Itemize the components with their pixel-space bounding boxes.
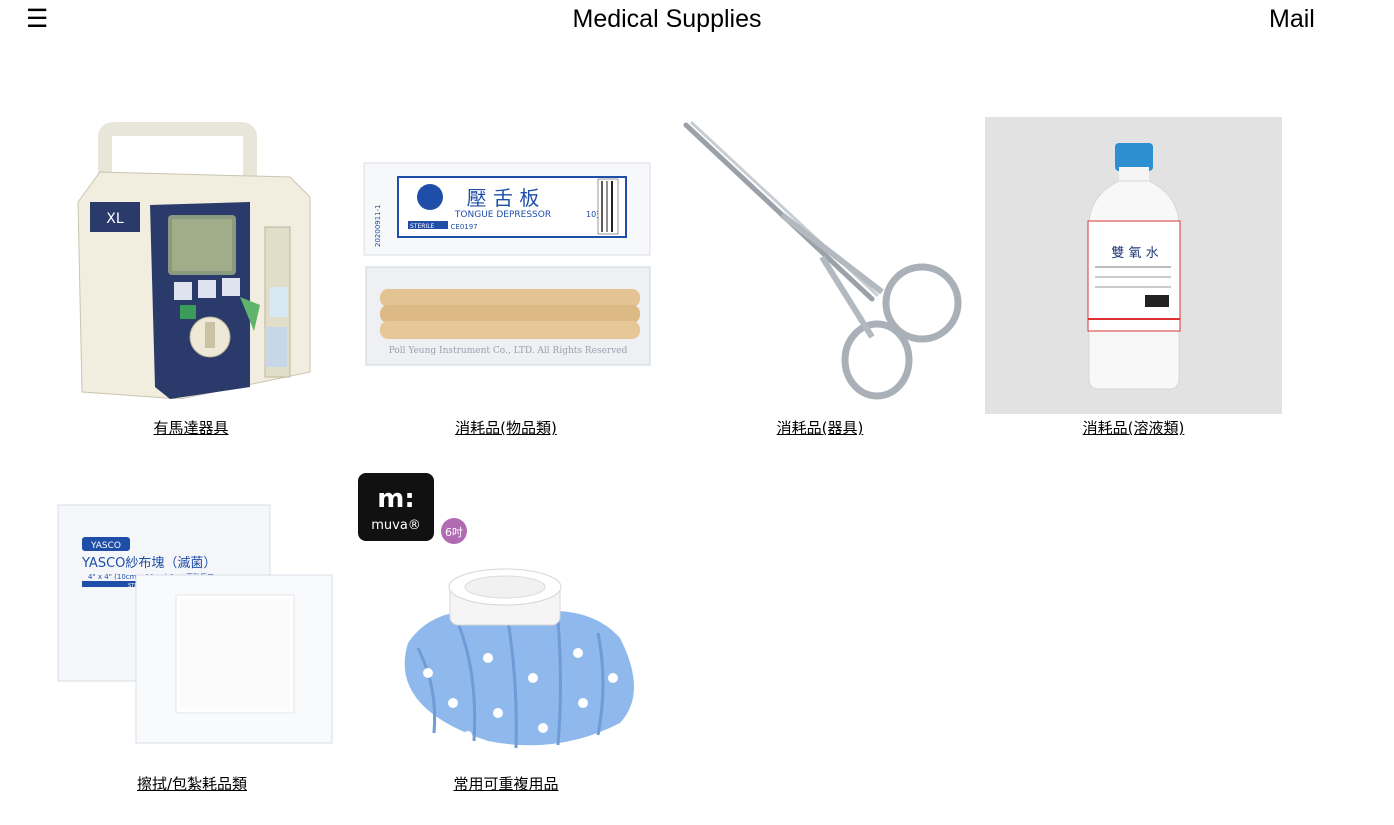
- category-card-consumables-items[interactable]: 壓 舌 板 TONGUE DEPRESSOR 10支 ISO13485 CE01…: [356, 117, 656, 447]
- forceps-icon[interactable]: [671, 117, 969, 414]
- top-bar: ☰ Medical Supplies Mail: [0, 0, 1394, 40]
- category-card-consumables-solutions[interactable]: 雙 氧 水 消耗品(溶液類): [985, 117, 1282, 447]
- hydrogen-peroxide-bottle-icon[interactable]: 雙 氧 水: [985, 117, 1282, 414]
- category-link-reusable-supplies[interactable]: 常用可重複用品: [356, 773, 656, 794]
- muva-logo-text: muva®: [371, 518, 421, 533]
- category-card-wiping-dressing-consumables[interactable]: YASCO YASCO紗布塊（滅菌） 4" x 4" (10cm x 10cm)…: [42, 473, 342, 803]
- gauze-brand: YASCO: [89, 541, 120, 551]
- package-title: 壓 舌 板: [466, 186, 539, 210]
- gauze-product-name: YASCO紗布塊（滅菌）: [81, 555, 216, 571]
- package-subtitle: TONGUE DEPRESSOR: [453, 210, 550, 220]
- ice-bag-icon[interactable]: m: muva® 6吋: [357, 473, 655, 770]
- page-title: Medical Supplies: [572, 5, 762, 33]
- package-footer: Poll Yeung Instrument Co., LTD. All Righ…: [388, 346, 627, 356]
- category-link-wiping-dressing-consumables[interactable]: 擦拭/包紮耗品類: [42, 773, 342, 794]
- mail-link[interactable]: Mail: [1269, 4, 1315, 34]
- tongue-depressor-icon[interactable]: 壓 舌 板 TONGUE DEPRESSOR 10支 ISO13485 CE01…: [357, 117, 655, 414]
- gauze-pad-icon[interactable]: YASCO YASCO紗布塊（滅菌） 4" x 4" (10cm x 10cm)…: [43, 473, 341, 770]
- pump-brand-text: XL: [106, 211, 124, 227]
- category-card-motorized-equipment[interactable]: XL 有馬達器具: [60, 117, 322, 447]
- size-badge: 6吋: [445, 526, 463, 539]
- infusion-pump-icon[interactable]: XL: [60, 117, 322, 399]
- bottle-label-text: 雙 氧 水: [1111, 246, 1158, 261]
- category-card-consumables-instruments[interactable]: 消耗品(器具): [670, 117, 970, 447]
- category-link-consumables-instruments[interactable]: 消耗品(器具): [670, 417, 970, 438]
- package-sterile: STERILE: [410, 223, 435, 230]
- muva-logo-mark: m:: [377, 484, 415, 514]
- package-code: 20200911-1: [374, 204, 382, 247]
- category-card-reusable-supplies[interactable]: m: muva® 6吋 常用可重複用品: [356, 473, 656, 803]
- category-link-consumables-items[interactable]: 消耗品(物品類): [356, 417, 656, 438]
- category-link-motorized-equipment[interactable]: 有馬達器具: [60, 417, 322, 438]
- category-link-consumables-solutions[interactable]: 消耗品(溶液類): [985, 417, 1282, 438]
